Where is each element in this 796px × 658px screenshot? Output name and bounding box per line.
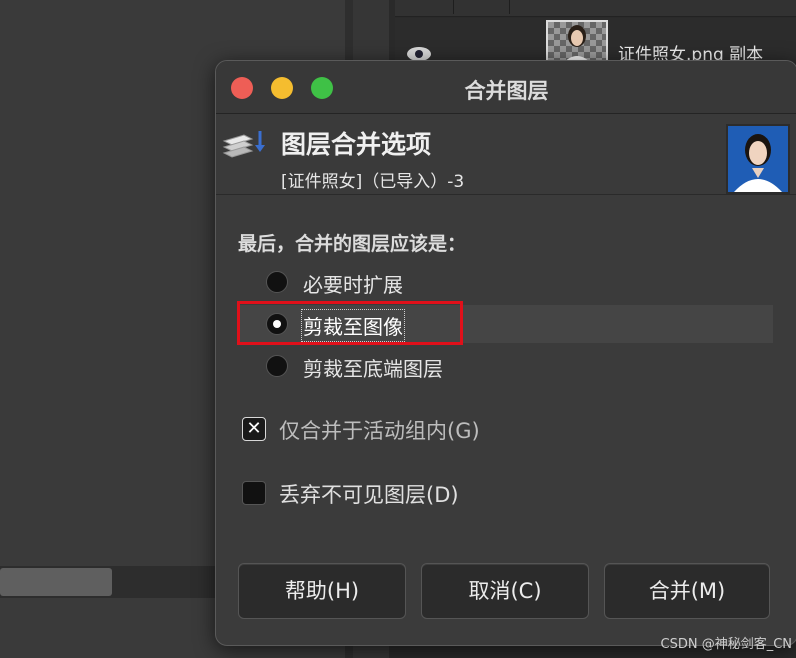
annotation-highlight-box	[237, 301, 463, 345]
cancel-button[interactable]: 取消(C)	[421, 563, 589, 619]
checkbox[interactable]: ✕	[242, 417, 266, 441]
merge-layers-dialog: 合并图层 图层合并选项 [证件照女]（已导入）-3 最后，合并的图层应该是： 必…	[215, 60, 796, 646]
radio-label[interactable]: 剪裁至底端图层	[303, 353, 443, 382]
portrait-thumbnail-icon	[562, 25, 592, 64]
checkbox-active-group-only[interactable]: ✕ 仅合并于活动组内(G)	[242, 415, 642, 445]
checkbox-label[interactable]: 丢弃不可见图层(D)	[279, 479, 459, 509]
layers-panel-toolbar	[395, 0, 796, 17]
section-label: 最后，合并的图层应该是：	[238, 233, 467, 255]
header-title: 图层合并选项	[281, 130, 432, 159]
portrait-preview-icon	[728, 126, 788, 192]
checkbox-label[interactable]: 仅合并于活动组内(G)	[279, 415, 480, 445]
checkbox[interactable]	[242, 481, 266, 505]
radio-expand-as-necessary[interactable]: 必要时扩展	[238, 263, 773, 301]
merge-button[interactable]: 合并(M)	[604, 563, 770, 619]
help-button[interactable]: 帮助(H)	[238, 563, 406, 619]
radio-label[interactable]: 必要时扩展	[303, 269, 403, 298]
image-preview	[726, 124, 790, 194]
eye-icon[interactable]	[406, 44, 432, 60]
watermark: CSDN @神秘剑客_CN	[660, 637, 793, 652]
radio-button[interactable]	[266, 355, 288, 377]
dialog-header: 图层合并选项 [证件照女]（已导入）-3	[216, 114, 796, 195]
window-title: 合并图层	[464, 79, 549, 103]
toolbar-tab[interactable]	[453, 0, 510, 14]
merge-layers-icon	[222, 131, 265, 158]
scrollbar-thumb[interactable]	[0, 568, 112, 596]
radio-clip-to-bottom-layer[interactable]: 剪裁至底端图层	[238, 347, 773, 385]
image-name: [证件照女]（已导入）-3	[281, 172, 465, 192]
title-bar[interactable]: 合并图层	[216, 61, 796, 114]
checkbox-discard-invisible[interactable]: 丢弃不可见图层(D)	[242, 479, 642, 509]
radio-button[interactable]	[266, 271, 288, 293]
check-mark-icon: ✕	[246, 418, 262, 439]
toolbar-tab[interactable]	[395, 0, 454, 14]
